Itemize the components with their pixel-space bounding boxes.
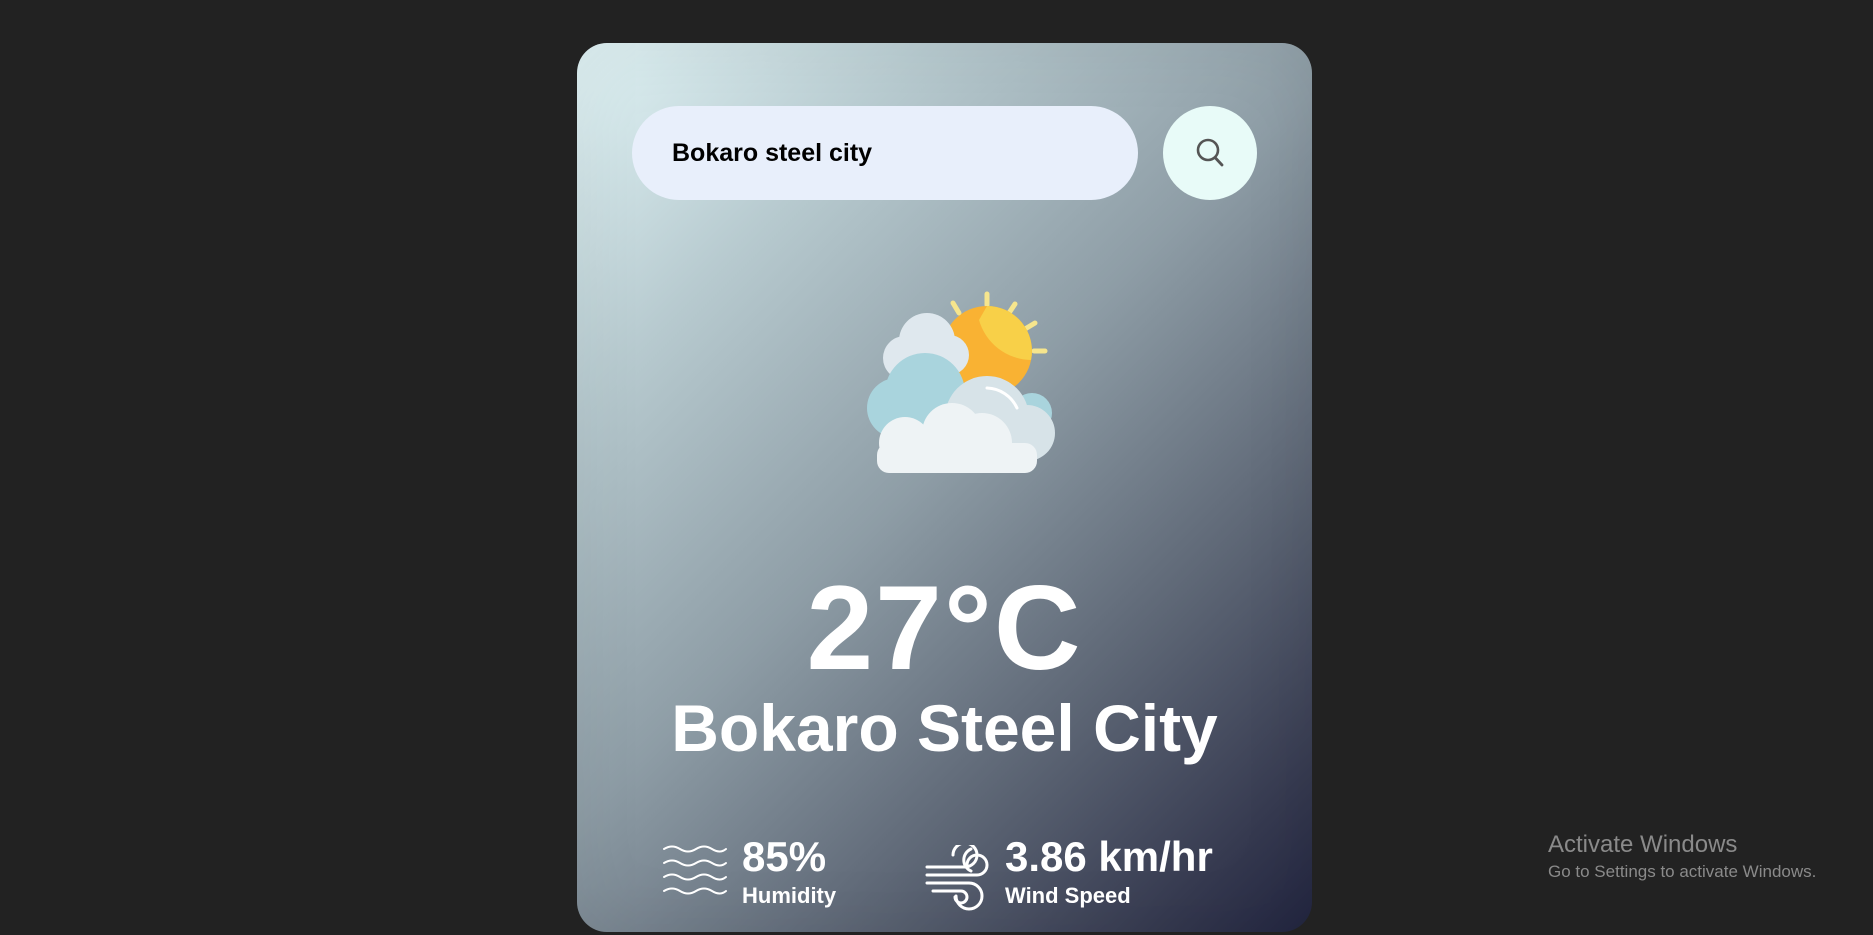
search-button[interactable] (1163, 106, 1257, 200)
temperature-value: 27°C (806, 561, 1083, 695)
search-bar (632, 106, 1257, 200)
wind-speed-label: Wind Speed (1005, 883, 1131, 908)
watermark-subtitle: Go to Settings to activate Windows. (1548, 862, 1817, 881)
humidity-block: 85% Humidity (662, 833, 862, 913)
humidity-waves-icon (663, 845, 727, 895)
humidity-value: 85% (742, 833, 827, 880)
activate-windows-watermark: Activate Windows Go to Settings to activ… (1548, 830, 1816, 884)
wind-speed-value: 3.86 km/hr (1005, 833, 1213, 880)
weather-card: 27°C Bokaro Steel City 85% Humidity (577, 43, 1312, 932)
page: 27°C Bokaro Steel City 85% Humidity (0, 0, 1873, 935)
city-name: Bokaro Steel City (671, 691, 1218, 765)
watermark-title: Activate Windows (1548, 831, 1738, 858)
wind-icon (925, 845, 989, 911)
wind-block: 3.86 km/hr Wind Speed (925, 833, 1245, 913)
search-icon (1196, 138, 1224, 167)
partly-cloudy-icon (867, 291, 1055, 473)
city-search-input[interactable] (632, 106, 1138, 200)
humidity-label: Humidity (742, 883, 837, 908)
